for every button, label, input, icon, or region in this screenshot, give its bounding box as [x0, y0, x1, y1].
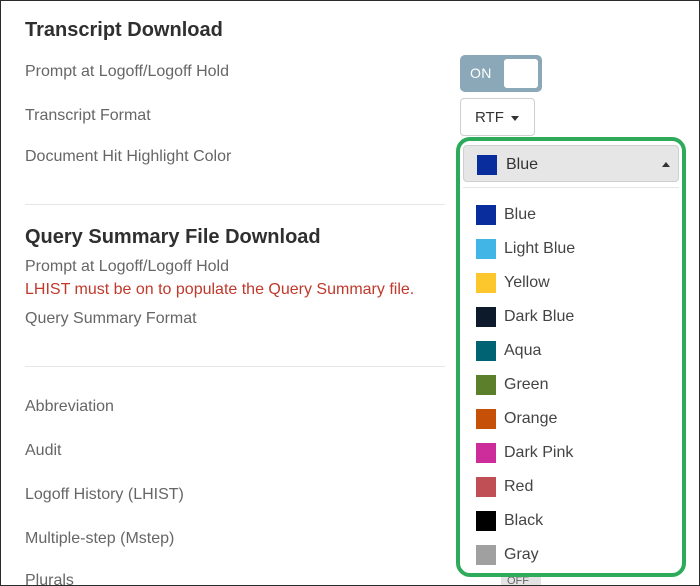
color-option-label: Black	[504, 512, 544, 529]
color-option-orange[interactable]: Orange	[463, 402, 679, 436]
color-options-list: Blue Light Blue Yellow Dark Blue Aqua Green Or…	[463, 187, 679, 572]
color-swatch	[476, 307, 496, 327]
color-swatch	[476, 443, 496, 463]
color-option-red[interactable]: Red	[463, 470, 679, 504]
color-option-dark-pink[interactable]: Dark Pink	[463, 436, 679, 470]
color-swatch	[476, 545, 496, 565]
abbreviation-label: Abbreviation	[25, 398, 114, 415]
color-option-dark-blue[interactable]: Dark Blue	[463, 300, 679, 334]
color-option-label: Red	[504, 478, 534, 495]
color-option-label: Green	[504, 376, 549, 393]
color-option-black[interactable]: Black	[463, 504, 679, 538]
color-option-green[interactable]: Green	[463, 368, 679, 402]
selected-color-swatch	[477, 155, 497, 175]
color-option-label: Gray	[504, 546, 539, 563]
chevron-up-icon	[662, 162, 670, 167]
selected-color-name: Blue	[506, 156, 539, 173]
color-option-label: Dark Pink	[504, 444, 574, 461]
color-swatch	[476, 341, 496, 361]
highlight-color-label: Document Hit Highlight Color	[25, 148, 232, 165]
query-prompt-label: Prompt at Logoff/Logoff Hold	[25, 258, 229, 275]
color-option-aqua[interactable]: Aqua	[463, 334, 679, 368]
plurals-label: Plurals	[25, 572, 74, 586]
color-option-label: Light Blue	[504, 240, 576, 257]
color-option-label: Dark Blue	[504, 308, 575, 325]
lhist-warning: LHIST must be on to populate the Query S…	[25, 281, 415, 298]
color-swatch	[476, 375, 496, 395]
logoff-history-label: Logoff History (LHIST)	[25, 486, 184, 503]
transcript-download-title: Transcript Download	[25, 19, 223, 41]
color-option-label: Aqua	[504, 342, 542, 359]
color-option-gray[interactable]: Gray	[463, 538, 679, 572]
transcript-prompt-label: Prompt at Logoff/Logoff Hold	[25, 63, 229, 80]
color-option-label: Yellow	[504, 274, 550, 291]
toggle-state-label: ON	[470, 65, 492, 81]
query-format-label: Query Summary Format	[25, 310, 197, 327]
color-swatch	[476, 273, 496, 293]
transcript-prompt-toggle[interactable]: ON	[460, 55, 542, 92]
chevron-down-icon	[511, 116, 519, 121]
color-option-label: Orange	[504, 410, 558, 427]
color-swatch	[476, 239, 496, 259]
section-divider	[25, 204, 445, 205]
color-swatch	[476, 511, 496, 531]
color-option-label: Blue	[504, 206, 537, 223]
color-option-yellow[interactable]: Yellow	[463, 266, 679, 300]
transcript-format-value: RTF	[475, 109, 504, 126]
color-option-blue[interactable]: Blue	[463, 198, 679, 232]
color-swatch	[476, 477, 496, 497]
highlight-color-select[interactable]: Blue	[463, 145, 679, 182]
color-option-light-blue[interactable]: Light Blue	[463, 232, 679, 266]
highlight-color-dropdown: Blue Blue Light Blue Yellow Dark Blue Aqua Gr…	[456, 137, 686, 577]
settings-panel: Transcript Download Prompt at Logoff/Log…	[0, 0, 700, 586]
multiple-step-label: Multiple-step (Mstep)	[25, 530, 175, 547]
section-divider	[25, 366, 445, 367]
toggle-knob	[504, 59, 538, 88]
color-swatch	[476, 409, 496, 429]
transcript-format-dropdown[interactable]: RTF	[460, 98, 535, 136]
audit-label: Audit	[25, 442, 62, 459]
color-swatch	[476, 205, 496, 225]
query-summary-title: Query Summary File Download	[25, 226, 321, 248]
transcript-format-label: Transcript Format	[25, 107, 151, 124]
